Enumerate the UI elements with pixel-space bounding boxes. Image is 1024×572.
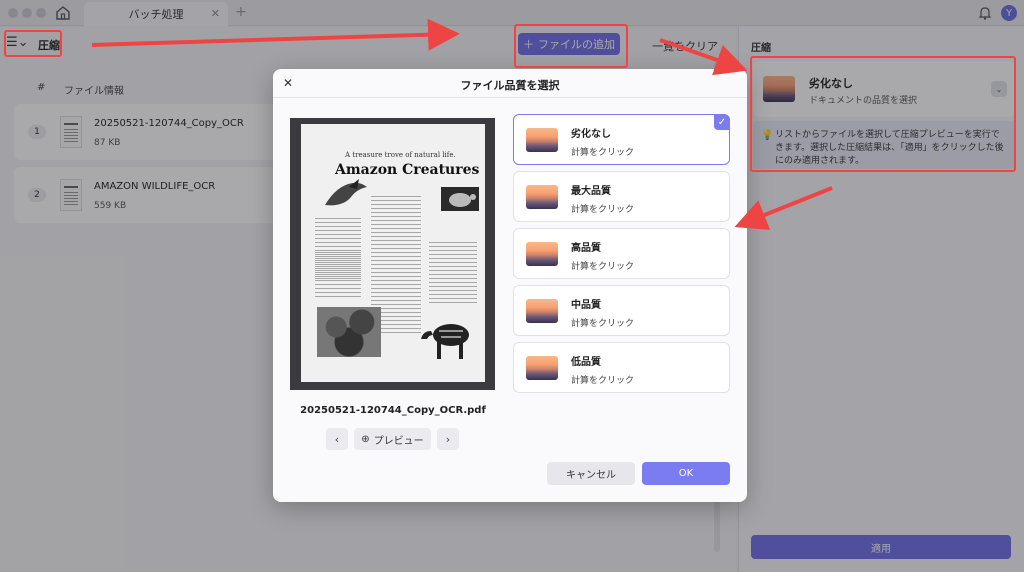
quality-option-subtitle: 計算をクリック: [571, 205, 635, 215]
quality-thumbnail: [526, 185, 558, 209]
checkmark-icon: ✓: [714, 114, 730, 130]
quality-option-subtitle: 計算をクリック: [571, 319, 635, 329]
document-title: Amazon Creatures: [335, 162, 480, 178]
quality-option-subtitle: 計算をクリック: [571, 262, 635, 272]
quality-option-title: 高品質: [571, 243, 601, 254]
text-column: [315, 252, 361, 300]
quality-option-lossless[interactable]: 劣化なし 計算をクリック ✓: [513, 114, 730, 165]
quality-option-title: 中品質: [571, 300, 601, 311]
quality-option-low[interactable]: 低品質 計算をクリック: [513, 342, 730, 393]
quality-dialog: ✕ ファイル品質を選択 A treasure trove of natural …: [273, 69, 747, 502]
bird-illustration: [325, 179, 367, 206]
tapir-illustration: [421, 324, 469, 359]
chevron-left-icon: ‹: [334, 432, 340, 446]
preview-button[interactable]: ⊕ プレビュー: [354, 428, 431, 450]
ok-button[interactable]: OK: [642, 462, 730, 485]
document-page: A treasure trove of natural life. Amazon…: [301, 124, 485, 382]
document-preview: A treasure trove of natural life. Amazon…: [290, 118, 495, 390]
preview-file-name: 20250521-120744_Copy_OCR.pdf: [300, 405, 486, 416]
annotation-box-quality: [750, 56, 1016, 172]
dialog-title: ファイル品質を選択: [460, 79, 560, 92]
quality-option-medium[interactable]: 中品質 計算をクリック: [513, 285, 730, 336]
quality-thumbnail: [526, 128, 558, 152]
forest-illustration: [317, 307, 381, 357]
text-column: [429, 242, 477, 304]
quality-option-title: 最大品質: [571, 186, 611, 197]
quality-option-title: 劣化なし: [571, 129, 611, 140]
annotation-box-add-file: [514, 24, 628, 68]
quality-option-high[interactable]: 高品質 計算をクリック: [513, 228, 730, 279]
annotation-box-menu: [4, 30, 62, 57]
quality-option-subtitle: 計算をクリック: [571, 148, 635, 158]
zoom-in-icon: ⊕: [361, 433, 370, 445]
quality-thumbnail: [526, 242, 558, 266]
divider: [273, 97, 747, 98]
document-subtitle: A treasure trove of natural life.: [345, 151, 456, 159]
preview-label: プレビュー: [373, 435, 424, 447]
previous-page-button[interactable]: ‹: [326, 428, 348, 450]
quality-option-title: 低品質: [571, 357, 601, 368]
quality-option-subtitle: 計算をクリック: [571, 376, 635, 386]
next-page-button[interactable]: ›: [437, 428, 459, 450]
quality-thumbnail: [526, 356, 558, 380]
chevron-right-icon: ›: [445, 432, 451, 446]
turtle-illustration: [441, 187, 479, 211]
cancel-button[interactable]: キャンセル: [547, 462, 635, 485]
quality-option-maximum[interactable]: 最大品質 計算をクリック: [513, 171, 730, 222]
quality-thumbnail: [526, 299, 558, 323]
